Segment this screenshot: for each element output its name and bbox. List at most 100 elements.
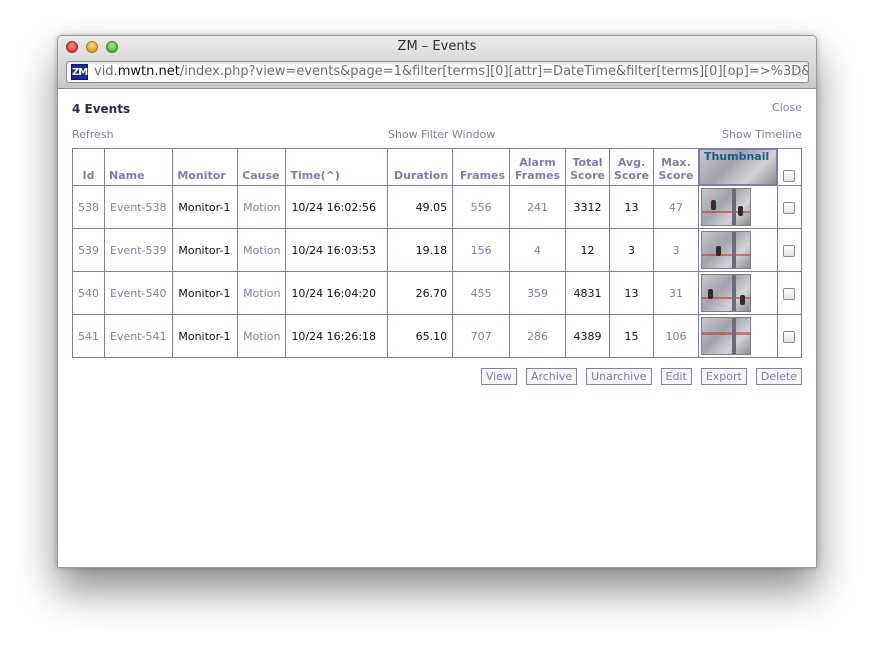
event-select-checkbox[interactable]: [783, 244, 796, 257]
event-monitor: Monitor-1: [172, 314, 239, 358]
delete-button[interactable]: Delete: [755, 368, 802, 385]
view-button[interactable]: View: [480, 368, 517, 385]
event-name-link[interactable]: Event-538: [103, 185, 174, 229]
window-title: ZM – Events: [397, 39, 477, 54]
event-id-link[interactable]: 541: [72, 314, 105, 358]
event-id-link[interactable]: 538: [72, 185, 105, 229]
table-header-row: Id Name Monitor Cause Time(^) Duration F…: [72, 148, 803, 186]
event-select-checkbox-cell[interactable]: [776, 314, 803, 358]
event-alarm-frames-link[interactable]: 4: [509, 228, 567, 272]
browser-window: ZM – Events ZM vid.mwtn.net/index.php?vi…: [57, 35, 817, 568]
event-thumbnail[interactable]: [697, 185, 778, 229]
event-select-checkbox[interactable]: [783, 287, 796, 300]
event-alarm-frames-link[interactable]: 241: [509, 185, 567, 229]
archive-button[interactable]: Archive: [525, 368, 578, 385]
event-cause-link[interactable]: Motion: [237, 185, 287, 229]
page-content: 4 Events Close Refresh Show Filter Windo…: [58, 89, 816, 567]
event-monitor: Monitor-1: [172, 228, 239, 272]
title-bar: ZM – Events ZM vid.mwtn.net/index.php?vi…: [58, 36, 816, 89]
select-all-checkbox[interactable]: [783, 170, 796, 182]
event-max-score-link[interactable]: 47: [652, 185, 699, 229]
event-total-score: 3312: [565, 185, 610, 229]
event-select-checkbox-cell[interactable]: [776, 271, 803, 315]
event-time: 10/24 16:26:18: [285, 314, 389, 358]
header-thumbnail: Thumbnail: [698, 149, 777, 185]
table-row: 538 Event-538 Monitor-1 Motion 10/24 16:…: [72, 185, 803, 229]
zm-favicon-icon: ZM: [71, 64, 88, 80]
export-button[interactable]: Export: [700, 368, 747, 385]
table-row: 540 Event-540 Monitor-1 Motion 10/24 16:…: [72, 271, 803, 315]
header-max-score[interactable]: Max. Score: [652, 148, 699, 186]
action-buttons: View Archive Unarchive Edit Export Delete: [472, 368, 802, 385]
event-thumbnail[interactable]: [697, 271, 778, 315]
thumbnail-image[interactable]: [700, 188, 751, 226]
thumbnail-image[interactable]: [700, 231, 751, 269]
table-row: 541 Event-541 Monitor-1 Motion 10/24 16:…: [72, 314, 803, 358]
event-select-checkbox[interactable]: [783, 201, 796, 214]
header-select-all[interactable]: [776, 148, 803, 186]
close-link[interactable]: Close: [772, 101, 802, 114]
event-total-score: 12: [565, 228, 610, 272]
event-select-checkbox[interactable]: [783, 330, 796, 343]
event-frames-link[interactable]: 707: [452, 314, 511, 358]
show-filter-window-link[interactable]: Show Filter Window: [388, 128, 495, 141]
events-table: Id Name Monitor Cause Time(^) Duration F…: [72, 148, 803, 358]
event-alarm-frames-link[interactable]: 359: [509, 271, 567, 315]
event-total-score: 4831: [565, 271, 610, 315]
star-icon[interactable]: ☆: [790, 63, 805, 81]
event-thumbnail[interactable]: [697, 314, 778, 358]
header-alarm-frames[interactable]: Alarm Frames: [509, 148, 567, 186]
event-frames-link[interactable]: 156: [452, 228, 511, 272]
event-avg-score: 13: [609, 185, 654, 229]
event-frames-link[interactable]: 455: [452, 271, 511, 315]
event-cause-link[interactable]: Motion: [237, 271, 287, 315]
event-avg-score: 3: [609, 228, 654, 272]
header-id[interactable]: Id: [72, 148, 105, 186]
event-select-checkbox-cell[interactable]: [776, 228, 803, 272]
header-time[interactable]: Time(^): [285, 148, 389, 186]
url-text[interactable]: vid.mwtn.net/index.php?view=events&page=…: [94, 64, 808, 79]
event-duration: 65.10: [387, 314, 454, 358]
header-frames[interactable]: Frames: [452, 148, 511, 186]
event-name-link[interactable]: Event-540: [103, 271, 174, 315]
event-duration: 26.70: [387, 271, 454, 315]
header-name[interactable]: Name: [103, 148, 174, 186]
page-title: 4 Events: [72, 102, 131, 116]
header-avg-score[interactable]: Avg. Score: [609, 148, 654, 186]
header-total-score[interactable]: Total Score: [565, 148, 610, 186]
event-thumbnail[interactable]: [697, 228, 778, 272]
event-max-score-link[interactable]: 3: [652, 228, 699, 272]
event-select-checkbox-cell[interactable]: [776, 185, 803, 229]
header-cause[interactable]: Cause: [237, 148, 287, 186]
event-cause-link[interactable]: Motion: [237, 314, 287, 358]
event-time: 10/24 16:04:20: [285, 271, 389, 315]
table-row: 539 Event-539 Monitor-1 Motion 10/24 16:…: [72, 228, 803, 272]
event-alarm-frames-link[interactable]: 286: [509, 314, 567, 358]
event-avg-score: 15: [609, 314, 654, 358]
event-avg-score: 13: [609, 271, 654, 315]
edit-button[interactable]: Edit: [660, 368, 692, 385]
thumbnail-image[interactable]: [700, 274, 751, 312]
event-time: 10/24 16:02:56: [285, 185, 389, 229]
refresh-link[interactable]: Refresh: [72, 128, 114, 141]
header-duration[interactable]: Duration: [387, 148, 454, 186]
event-max-score-link[interactable]: 31: [652, 271, 699, 315]
event-id-link[interactable]: 540: [72, 271, 105, 315]
thumbnail-image[interactable]: [700, 317, 751, 355]
show-timeline-link[interactable]: Show Timeline: [722, 128, 802, 141]
event-frames-link[interactable]: 556: [452, 185, 511, 229]
event-duration: 49.05: [387, 185, 454, 229]
event-monitor: Monitor-1: [172, 185, 239, 229]
event-name-link[interactable]: Event-539: [103, 228, 174, 272]
event-name-link[interactable]: Event-541: [103, 314, 174, 358]
url-bar[interactable]: ZM vid.mwtn.net/index.php?view=events&pa…: [66, 61, 809, 83]
event-duration: 19.18: [387, 228, 454, 272]
event-time: 10/24 16:03:53: [285, 228, 389, 272]
event-cause-link[interactable]: Motion: [237, 228, 287, 272]
header-monitor[interactable]: Monitor: [172, 148, 239, 186]
unarchive-button[interactable]: Unarchive: [586, 368, 652, 385]
event-max-score-link[interactable]: 106: [652, 314, 699, 358]
event-monitor: Monitor-1: [172, 271, 239, 315]
event-id-link[interactable]: 539: [72, 228, 105, 272]
event-total-score: 4389: [565, 314, 610, 358]
